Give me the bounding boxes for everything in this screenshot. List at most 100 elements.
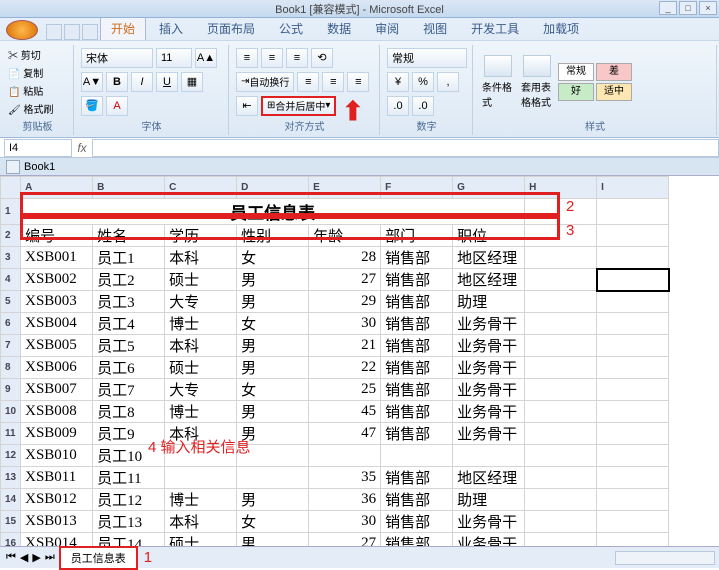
maximize-button[interactable]: □: [679, 1, 697, 15]
cell[interactable]: 业务骨干: [453, 511, 525, 533]
cell[interactable]: 员工14: [93, 533, 165, 547]
tab-data[interactable]: 数据: [316, 16, 362, 40]
cell[interactable]: 女: [237, 247, 309, 269]
row-header[interactable]: 7: [1, 335, 21, 357]
cell[interactable]: [597, 247, 669, 269]
cell[interactable]: 性别: [237, 225, 309, 247]
italic-button[interactable]: I: [131, 72, 153, 92]
cell[interactable]: [597, 533, 669, 547]
cell[interactable]: 员工2: [93, 269, 165, 291]
cell[interactable]: 员工11: [93, 467, 165, 489]
cell[interactable]: 30: [309, 313, 381, 335]
cell[interactable]: [597, 489, 669, 511]
tab-layout[interactable]: 页面布局: [196, 16, 266, 40]
cell[interactable]: [525, 225, 597, 247]
bold-button[interactable]: B: [106, 72, 128, 92]
cell[interactable]: 员工8: [93, 401, 165, 423]
cell[interactable]: XSB004: [21, 313, 93, 335]
fx-icon[interactable]: fx: [72, 141, 92, 155]
percent-icon[interactable]: %: [412, 72, 434, 92]
cell[interactable]: 21: [309, 335, 381, 357]
cell[interactable]: 销售部: [381, 247, 453, 269]
font-name-select[interactable]: [81, 48, 153, 68]
cell[interactable]: 销售部: [381, 379, 453, 401]
cell[interactable]: 销售部: [381, 401, 453, 423]
spreadsheet-grid[interactable]: A B C D E F G H I 1 员工信息表 2 编号 姓名 学历 性别 …: [0, 176, 670, 546]
cell[interactable]: 地区经理: [453, 467, 525, 489]
cell[interactable]: 36: [309, 489, 381, 511]
cell[interactable]: 硕士: [165, 357, 237, 379]
cell[interactable]: [525, 335, 597, 357]
table-format-button[interactable]: 套用表格格式: [519, 53, 555, 111]
row-header[interactable]: 12: [1, 445, 21, 467]
col-header-A[interactable]: A: [21, 177, 93, 199]
cell[interactable]: 男: [237, 533, 309, 547]
cell[interactable]: 男: [237, 291, 309, 313]
cell[interactable]: 22: [309, 357, 381, 379]
cell[interactable]: 业务骨干: [453, 313, 525, 335]
cell[interactable]: 销售部: [381, 313, 453, 335]
align-center-icon[interactable]: ≡: [322, 72, 344, 92]
cell[interactable]: [597, 511, 669, 533]
cell[interactable]: 地区经理: [453, 247, 525, 269]
cell[interactable]: [597, 357, 669, 379]
row-header[interactable]: 11: [1, 423, 21, 445]
cell[interactable]: [525, 467, 597, 489]
cell[interactable]: [597, 313, 669, 335]
cell[interactable]: 男: [237, 489, 309, 511]
cell[interactable]: [597, 379, 669, 401]
row-header[interactable]: 6: [1, 313, 21, 335]
cell[interactable]: 员工4: [93, 313, 165, 335]
format-painter-button[interactable]: 🖌 格式刷: [8, 101, 53, 116]
font-size-select[interactable]: [156, 48, 192, 68]
cell[interactable]: XSB006: [21, 357, 93, 379]
style-normal[interactable]: 常规: [558, 63, 594, 81]
cell[interactable]: [165, 445, 237, 467]
style-bad[interactable]: 差: [596, 63, 632, 81]
formula-input[interactable]: [92, 139, 719, 157]
col-header-I[interactable]: I: [597, 177, 669, 199]
close-button[interactable]: ×: [699, 1, 717, 15]
cell[interactable]: 博士: [165, 401, 237, 423]
row-header[interactable]: 14: [1, 489, 21, 511]
cell[interactable]: 25: [309, 379, 381, 401]
cell[interactable]: 姓名: [93, 225, 165, 247]
cell[interactable]: 员工1: [93, 247, 165, 269]
cell[interactable]: 职位: [453, 225, 525, 247]
col-header-F[interactable]: F: [381, 177, 453, 199]
inc-decimal-icon[interactable]: .0: [387, 96, 409, 116]
cell[interactable]: XSB007: [21, 379, 93, 401]
cell[interactable]: 销售部: [381, 423, 453, 445]
cell[interactable]: [525, 533, 597, 547]
sheet-nav-next-icon[interactable]: ▶: [32, 551, 40, 564]
col-header-E[interactable]: E: [309, 177, 381, 199]
col-header-B[interactable]: B: [93, 177, 165, 199]
row-header[interactable]: 10: [1, 401, 21, 423]
orientation-icon[interactable]: ⟲: [311, 48, 333, 68]
cell[interactable]: 业务骨干: [453, 379, 525, 401]
cell[interactable]: 本科: [165, 247, 237, 269]
cell[interactable]: XSB011: [21, 467, 93, 489]
cell[interactable]: [525, 401, 597, 423]
sheet-nav-last-icon[interactable]: ⏭: [45, 551, 55, 564]
cell[interactable]: 女: [237, 379, 309, 401]
currency-icon[interactable]: ¥: [387, 72, 409, 92]
cell[interactable]: XSB002: [21, 269, 93, 291]
cell[interactable]: XSB008: [21, 401, 93, 423]
cell[interactable]: 销售部: [381, 269, 453, 291]
title-cell[interactable]: 员工信息表: [21, 199, 525, 225]
cell[interactable]: 30: [309, 511, 381, 533]
tab-review[interactable]: 审阅: [364, 16, 410, 40]
cell[interactable]: 博士: [165, 313, 237, 335]
sheet-tab-active[interactable]: 员工信息表: [59, 546, 138, 570]
font-color-button[interactable]: A: [106, 96, 128, 116]
conditional-format-button[interactable]: 条件格式: [480, 53, 516, 111]
cell[interactable]: 业务骨干: [453, 357, 525, 379]
tab-home[interactable]: 开始: [100, 16, 146, 40]
style-neutral[interactable]: 适中: [596, 83, 632, 101]
horizontal-scrollbar[interactable]: [615, 551, 715, 565]
number-format-select[interactable]: [387, 48, 467, 68]
cell[interactable]: 男: [237, 357, 309, 379]
cell[interactable]: 男: [237, 335, 309, 357]
cell[interactable]: XSB003: [21, 291, 93, 313]
